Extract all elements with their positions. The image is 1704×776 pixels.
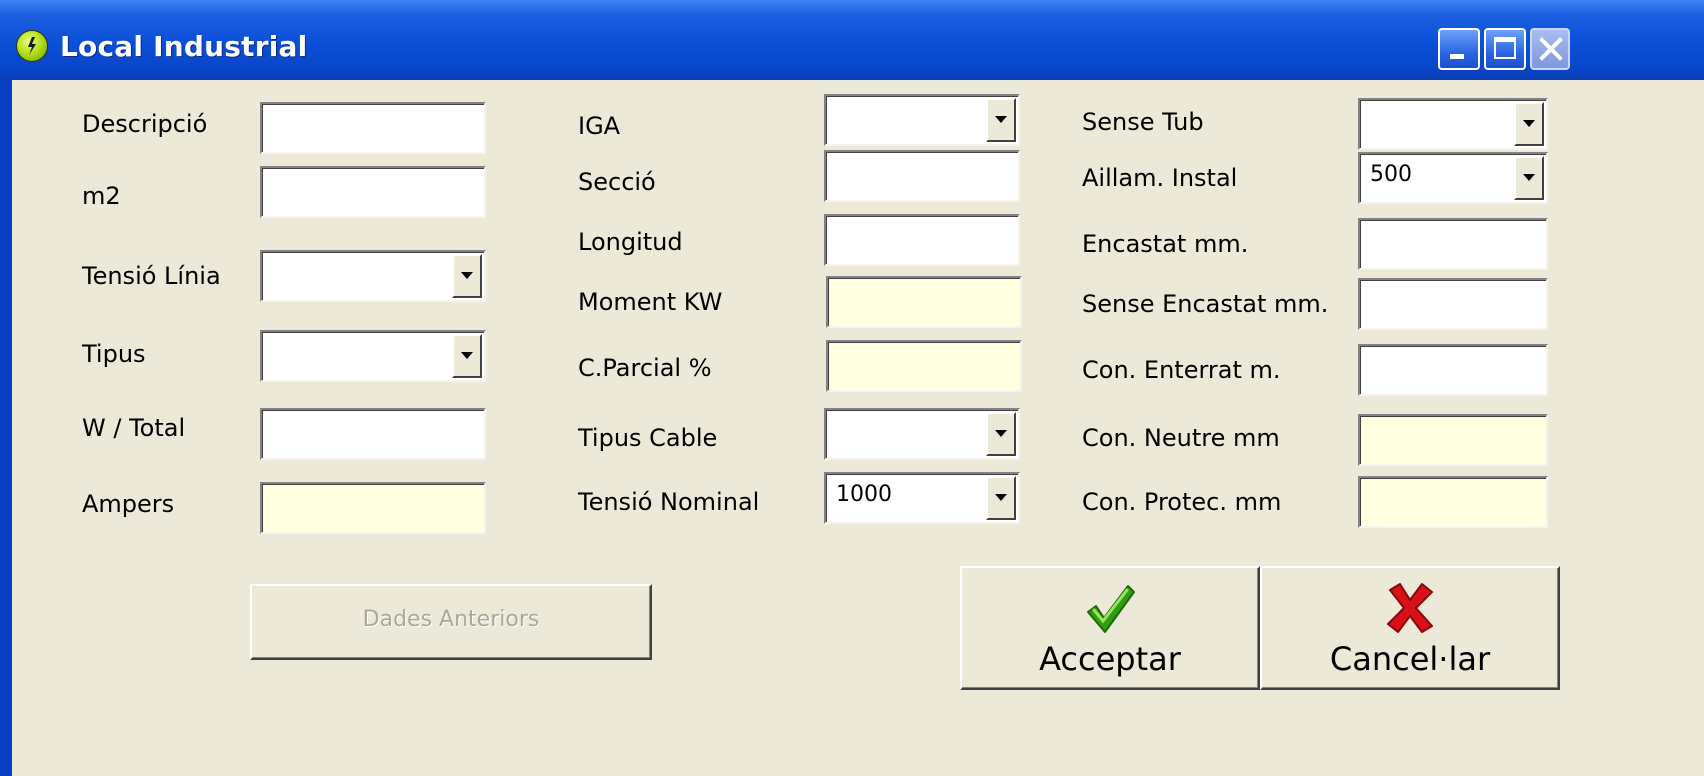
chevron-down-icon[interactable]: [986, 98, 1016, 142]
tensio-nominal-select[interactable]: 1000: [824, 472, 1020, 524]
longitud-field[interactable]: [824, 214, 1020, 266]
m2-field[interactable]: [260, 166, 486, 218]
dades-anteriors-button[interactable]: Dades Anteriors: [250, 584, 652, 660]
descripcio-field[interactable]: [260, 102, 486, 154]
encastat-field[interactable]: [1358, 218, 1548, 270]
sense-tub-label: Sense Tub: [1082, 108, 1204, 136]
minimize-button[interactable]: [1438, 28, 1480, 70]
dialog-window: Local Industrial Descripció m2 Tensió Lí…: [0, 0, 1704, 776]
tensio-linia-select[interactable]: [260, 250, 486, 302]
encastat-label: Encastat mm.: [1082, 230, 1249, 258]
chevron-down-icon[interactable]: [452, 334, 482, 378]
w-total-label: W / Total: [82, 414, 186, 442]
ampers-field: [260, 482, 486, 534]
window-title: Local Industrial: [60, 30, 308, 63]
longitud-label: Longitud: [578, 228, 683, 256]
app-logo-icon: [16, 30, 48, 62]
m2-label: m2: [82, 182, 121, 210]
c-parcial-field: [826, 340, 1022, 392]
con-neutre-field: [1358, 414, 1548, 466]
sense-encastat-label: Sense Encastat mm.: [1082, 290, 1329, 318]
title-bar[interactable]: Local Industrial: [0, 0, 1704, 80]
chevron-down-icon[interactable]: [986, 476, 1016, 520]
moment-kw-field: [826, 276, 1022, 328]
maximize-button[interactable]: [1484, 28, 1526, 70]
tipus-label: Tipus: [82, 340, 146, 368]
sense-tub-select[interactable]: [1358, 98, 1548, 150]
tipus-cable-select[interactable]: [824, 408, 1020, 460]
chevron-down-icon[interactable]: [986, 412, 1016, 456]
checkmark-icon: [1087, 585, 1135, 633]
descripcio-label: Descripció: [82, 110, 208, 138]
seccio-field[interactable]: [824, 150, 1020, 202]
seccio-label: Secció: [578, 168, 656, 196]
acceptar-label: Acceptar: [1039, 640, 1181, 678]
iga-select[interactable]: [824, 94, 1020, 146]
acceptar-button[interactable]: Acceptar: [960, 566, 1260, 690]
sense-encastat-field[interactable]: [1358, 278, 1548, 330]
red-x-icon: [1387, 583, 1433, 633]
iga-label: IGA: [578, 112, 621, 140]
close-icon: [1539, 37, 1563, 61]
tensio-nominal-label: Tensió Nominal: [578, 488, 760, 516]
moment-kw-label: Moment KW: [578, 288, 723, 316]
ampers-label: Ampers: [82, 490, 175, 518]
chevron-down-icon[interactable]: [452, 254, 482, 298]
tensio-nominal-value: 1000: [836, 482, 892, 507]
w-total-field[interactable]: [260, 408, 486, 460]
cancellar-label: Cancel·lar: [1329, 640, 1491, 678]
con-protec-field: [1358, 476, 1548, 528]
c-parcial-label: C.Parcial %: [578, 354, 712, 382]
chevron-down-icon[interactable]: [1514, 102, 1544, 146]
aillam-instal-select[interactable]: 500: [1358, 152, 1548, 204]
con-neutre-label: Con. Neutre mm: [1082, 424, 1280, 452]
tipus-cable-label: Tipus Cable: [578, 424, 718, 452]
con-enterrat-field[interactable]: [1358, 344, 1548, 396]
chevron-down-icon[interactable]: [1514, 156, 1544, 200]
maximize-icon: [1494, 37, 1516, 59]
close-button[interactable]: [1530, 28, 1570, 70]
con-enterrat-label: Con. Enterrat m.: [1082, 356, 1281, 384]
con-protec-label: Con. Protec. mm: [1082, 488, 1282, 516]
minimize-icon: [1450, 54, 1464, 59]
aillam-instal-label: Aillam. Instal: [1082, 164, 1238, 192]
tensio-linia-label: Tensió Línia: [82, 262, 221, 290]
aillam-instal-value: 500: [1370, 162, 1412, 187]
cancellar-button[interactable]: Cancel·lar: [1260, 566, 1560, 690]
dialog-client-area: Descripció m2 Tensió Línia Tipus W / Tot…: [12, 80, 1704, 776]
tipus-select[interactable]: [260, 330, 486, 382]
